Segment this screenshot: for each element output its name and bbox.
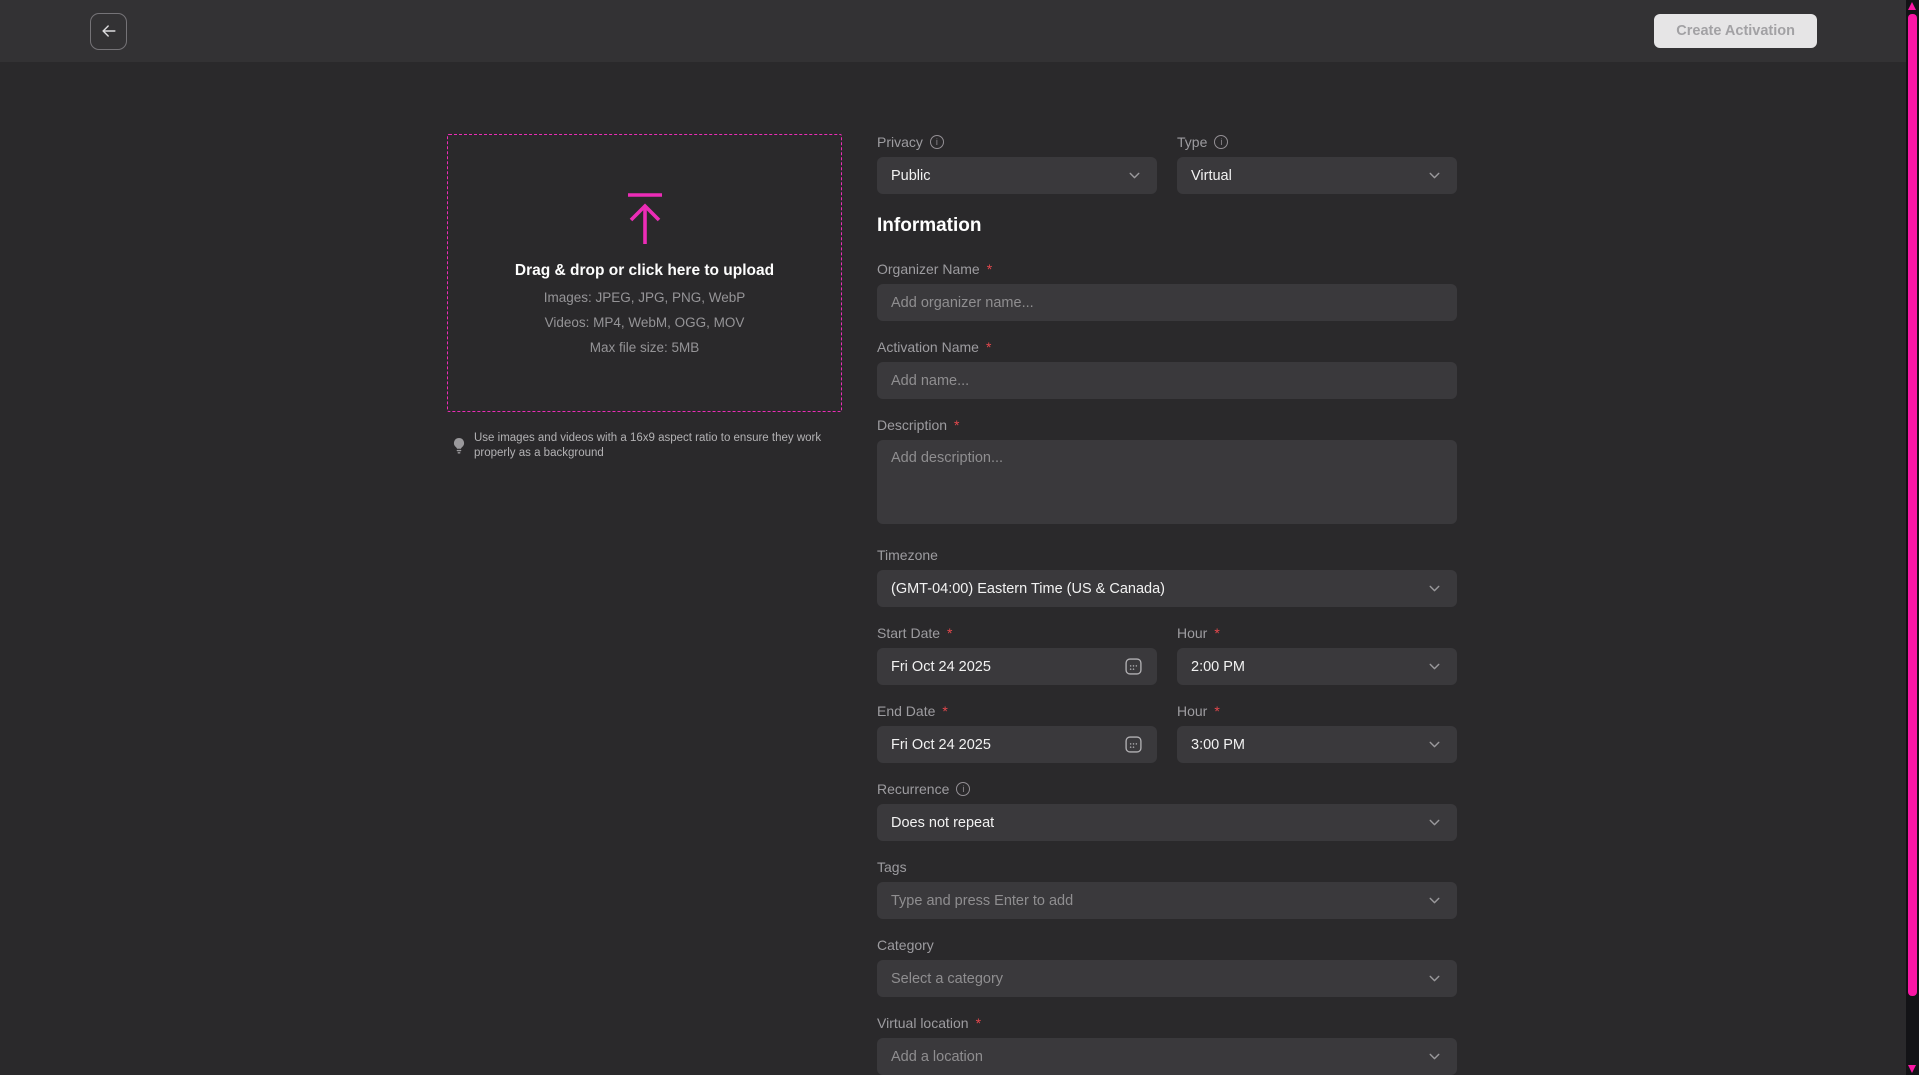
required-asterisk: * bbox=[976, 1014, 981, 1032]
chevron-down-icon bbox=[1426, 970, 1443, 987]
end-hour-value: 3:00 PM bbox=[1191, 737, 1245, 753]
required-asterisk: * bbox=[954, 416, 959, 434]
back-button[interactable] bbox=[90, 13, 127, 50]
virtual-location-placeholder: Add a location bbox=[891, 1049, 983, 1065]
category-label: Category bbox=[877, 936, 1457, 954]
dropzone-video-formats: Videos: MP4, WebM, OGG, MOV bbox=[545, 315, 745, 330]
start-hour-select[interactable]: 2:00 PM bbox=[1177, 648, 1457, 685]
category-placeholder: Select a category bbox=[891, 971, 1003, 987]
category-select[interactable]: Select a category bbox=[877, 960, 1457, 997]
tags-placeholder: Type and press Enter to add bbox=[891, 893, 1073, 909]
activation-name-label: Activation Name * bbox=[877, 338, 1457, 356]
required-asterisk: * bbox=[986, 338, 991, 356]
organizer-name-label: Organizer Name * bbox=[877, 260, 1457, 278]
type-value: Virtual bbox=[1191, 168, 1232, 184]
activation-form: Privacy i Public Type i Virtual bbox=[877, 133, 1457, 1075]
chevron-down-icon bbox=[1426, 892, 1443, 909]
end-date-label: End Date * bbox=[877, 702, 1157, 720]
scrollbar-down-arrow-icon[interactable] bbox=[1908, 1065, 1916, 1073]
info-icon[interactable]: i bbox=[930, 135, 944, 149]
dropzone-title: Drag & drop or click here to upload bbox=[515, 262, 774, 280]
timezone-label: Timezone bbox=[877, 546, 1457, 564]
tags-input[interactable]: Type and press Enter to add bbox=[877, 882, 1457, 919]
timezone-value: (GMT-04:00) Eastern Time (US & Canada) bbox=[891, 581, 1165, 597]
info-icon[interactable]: i bbox=[956, 782, 970, 796]
required-asterisk: * bbox=[942, 702, 947, 720]
scrollbar-up-arrow-icon[interactable] bbox=[1908, 2, 1916, 10]
end-date-picker[interactable]: Fri Oct 24 2025 bbox=[877, 726, 1157, 763]
recurrence-label: Recurrence i bbox=[877, 780, 1457, 798]
info-icon[interactable]: i bbox=[1214, 135, 1228, 149]
aspect-ratio-tip: Use images and videos with a 16x9 aspect… bbox=[447, 431, 852, 461]
top-bar: Create Activation bbox=[0, 0, 1919, 62]
privacy-label: Privacy i bbox=[877, 133, 1157, 151]
required-asterisk: * bbox=[947, 624, 952, 642]
start-date-label: Start Date * bbox=[877, 624, 1157, 642]
chevron-down-icon bbox=[1126, 167, 1143, 184]
required-asterisk: * bbox=[987, 260, 992, 278]
required-asterisk: * bbox=[1214, 624, 1219, 642]
end-hour-select[interactable]: 3:00 PM bbox=[1177, 726, 1457, 763]
virtual-location-label: Virtual location * bbox=[877, 1014, 1457, 1032]
page-scrollbar[interactable] bbox=[1906, 0, 1919, 1075]
dropzone-max-size: Max file size: 5MB bbox=[590, 340, 700, 355]
privacy-select[interactable]: Public bbox=[877, 157, 1157, 194]
start-date-picker[interactable]: Fri Oct 24 2025 bbox=[877, 648, 1157, 685]
calendar-icon bbox=[1124, 735, 1143, 754]
organizer-name-input[interactable] bbox=[877, 284, 1457, 321]
upload-arrow-icon bbox=[624, 193, 666, 245]
calendar-icon bbox=[1124, 657, 1143, 676]
chevron-down-icon bbox=[1426, 1048, 1443, 1065]
scrollbar-thumb[interactable] bbox=[1908, 14, 1917, 996]
information-section-title: Information bbox=[877, 214, 1457, 238]
recurrence-value: Does not repeat bbox=[891, 815, 994, 831]
description-label: Description * bbox=[877, 416, 1457, 434]
lightbulb-icon bbox=[452, 431, 466, 461]
chevron-down-icon bbox=[1426, 736, 1443, 753]
dropzone-image-formats: Images: JPEG, JPG, PNG, WebP bbox=[544, 290, 746, 305]
start-hour-value: 2:00 PM bbox=[1191, 659, 1245, 675]
start-hour-label: Hour * bbox=[1177, 624, 1457, 642]
media-upload-section: Drag & drop or click here to upload Imag… bbox=[447, 134, 842, 461]
chevron-down-icon bbox=[1426, 167, 1443, 184]
start-date-value: Fri Oct 24 2025 bbox=[891, 659, 991, 675]
timezone-select[interactable]: (GMT-04:00) Eastern Time (US & Canada) bbox=[877, 570, 1457, 607]
upload-dropzone[interactable]: Drag & drop or click here to upload Imag… bbox=[447, 134, 842, 412]
chevron-down-icon bbox=[1426, 658, 1443, 675]
tip-text: Use images and videos with a 16x9 aspect… bbox=[474, 431, 849, 461]
create-activation-button[interactable]: Create Activation bbox=[1654, 14, 1817, 48]
chevron-down-icon bbox=[1426, 580, 1443, 597]
end-hour-label: Hour * bbox=[1177, 702, 1457, 720]
arrow-left-icon bbox=[99, 21, 119, 41]
virtual-location-select[interactable]: Add a location bbox=[877, 1038, 1457, 1075]
chevron-down-icon bbox=[1426, 814, 1443, 831]
type-label: Type i bbox=[1177, 133, 1457, 151]
privacy-value: Public bbox=[891, 168, 931, 184]
tags-label: Tags bbox=[877, 858, 1457, 876]
activation-name-input[interactable] bbox=[877, 362, 1457, 399]
type-select[interactable]: Virtual bbox=[1177, 157, 1457, 194]
required-asterisk: * bbox=[1214, 702, 1219, 720]
end-date-value: Fri Oct 24 2025 bbox=[891, 737, 991, 753]
recurrence-select[interactable]: Does not repeat bbox=[877, 804, 1457, 841]
description-textarea[interactable] bbox=[877, 440, 1457, 524]
